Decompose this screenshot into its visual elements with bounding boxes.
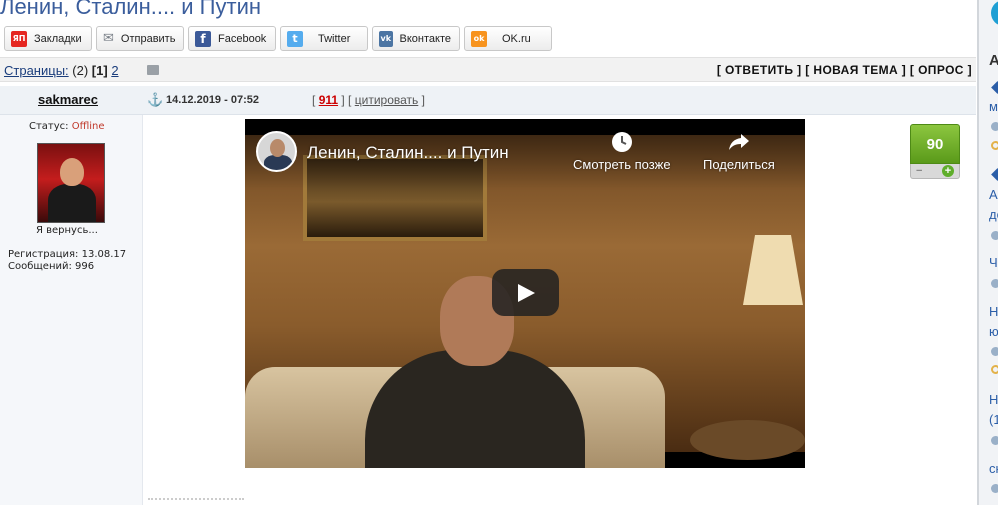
- user-icon: [991, 122, 998, 131]
- twitter-button[interactable]: t Twitter: [280, 26, 368, 51]
- sidebar-link[interactable]: му: [989, 99, 998, 114]
- pagination: Страницы: (2) [1] 2: [4, 63, 119, 78]
- post-meta: [ 911 ] [ цитировать ]: [312, 93, 425, 107]
- ok-icon: ok: [471, 30, 487, 47]
- pagination-bar: Страницы: (2) [1] 2 [ ОТВЕТИТЬ ] [ НОВАЯ…: [0, 57, 976, 82]
- clock-icon: [991, 141, 998, 150]
- lamp: [743, 235, 803, 305]
- watch-later-label: Смотреть позже: [573, 157, 671, 172]
- clock-icon: [611, 132, 632, 152]
- table: [690, 420, 805, 460]
- pin-icon: [991, 168, 998, 181]
- current-page: [1]: [91, 63, 108, 78]
- sidebar-link[interactable]: до: [989, 207, 998, 222]
- post-number-link[interactable]: 911: [319, 93, 338, 107]
- bookmark-button[interactable]: ЯП Закладки: [4, 26, 92, 51]
- avatar-face: [60, 158, 84, 186]
- channel-avatar[interactable]: [256, 131, 297, 172]
- avatar-caption: Я вернусь...: [36, 225, 98, 236]
- mail-icon: ✉: [103, 31, 114, 46]
- sidebar-link[interactable]: ю: [989, 324, 998, 339]
- topic-actions[interactable]: [ ОТВЕТИТЬ ] [ НОВАЯ ТЕМА ] [ ОПРОС ]: [717, 63, 972, 77]
- share-video-label: Поделиться: [703, 157, 775, 172]
- user-stats: Регистрация: 13.08.17 Сообщений: 996: [8, 249, 126, 273]
- right-sidebar: А му А до Ч Н ю Н (1 сн: [977, 0, 998, 505]
- clock-icon: [991, 365, 998, 374]
- ok-label: OK.ru: [502, 32, 531, 45]
- vkontakte-label: Вконтакте: [399, 32, 451, 45]
- rating-widget: 90 − +: [910, 124, 960, 180]
- vote-up-button[interactable]: +: [942, 165, 954, 177]
- share-video-button[interactable]: Поделиться: [703, 131, 775, 172]
- sidebar-link[interactable]: Н: [989, 392, 998, 407]
- twitter-icon: t: [287, 30, 303, 47]
- status-value: Offline: [71, 121, 105, 132]
- rating-controls: − +: [910, 164, 960, 179]
- sidebar-link[interactable]: сн: [989, 461, 998, 476]
- sidebar-link[interactable]: Ч: [989, 255, 998, 270]
- facebook-label: Facebook: [218, 32, 267, 45]
- page-2-link[interactable]: 2: [111, 63, 118, 78]
- play-button[interactable]: [492, 269, 559, 316]
- registration-date: Регистрация: 13.08.17: [8, 249, 127, 260]
- bracket: [: [312, 93, 316, 107]
- bracket: ] [: [341, 93, 352, 107]
- quote-link[interactable]: цитировать: [355, 93, 419, 107]
- vk-icon: vk: [379, 30, 393, 47]
- rating-value: 90: [910, 124, 960, 164]
- separator: [148, 498, 244, 505]
- video-player[interactable]: Ленин, Сталин.... и Путин Смотреть позже…: [245, 119, 805, 468]
- send-button[interactable]: ✉ Отправить: [96, 26, 184, 51]
- post-header: sakmarec ⚓ 14.12.2019 - 07:52 [ 911 ] [ …: [0, 86, 976, 115]
- pages-count: (2): [72, 63, 89, 78]
- avatar[interactable]: [37, 143, 105, 223]
- facebook-button[interactable]: f Facebook: [188, 26, 276, 51]
- sidebar-link[interactable]: Н: [989, 304, 998, 319]
- channel-avatar-head: [270, 139, 285, 157]
- pages-link[interactable]: Страницы:: [4, 63, 69, 78]
- ok-button[interactable]: ok OK.ru: [464, 26, 552, 51]
- vote-down-button[interactable]: −: [916, 165, 922, 177]
- avatar-figure: [48, 184, 96, 222]
- sidebar-logo-icon[interactable]: [991, 0, 998, 26]
- pin-icon: [991, 81, 998, 94]
- post-date: 14.12.2019 - 07:52: [166, 94, 259, 106]
- author-panel: Статус: Offline Я вернусь... Регистрация…: [0, 115, 143, 505]
- author-name[interactable]: sakmarec: [38, 92, 98, 107]
- sidebar-link[interactable]: (1: [989, 412, 998, 427]
- user-icon: [991, 231, 998, 240]
- bracket: ]: [421, 93, 425, 107]
- bookmark-label: Закладки: [34, 32, 82, 45]
- send-label: Отправить: [120, 32, 176, 45]
- user-icon: [991, 436, 998, 445]
- twitter-label: Twitter: [318, 32, 351, 45]
- status-label: Статус:: [29, 121, 69, 132]
- print-icon[interactable]: [147, 65, 159, 75]
- user-icon: [991, 347, 998, 356]
- video-title[interactable]: Ленин, Сталин.... и Путин: [307, 143, 509, 163]
- user-icon: [991, 279, 998, 288]
- facebook-icon: f: [195, 30, 211, 47]
- page-title: Ленин, Сталин.... и Путин: [0, 0, 262, 19]
- anchor-icon[interactable]: ⚓: [147, 92, 163, 108]
- vkontakte-button[interactable]: vk Вконтакте: [372, 26, 460, 51]
- share-bar: ЯП Закладки ✉ Отправить f Facebook t Twi…: [4, 26, 552, 51]
- user-icon: [991, 484, 998, 493]
- message-count: Сообщений: 996: [8, 261, 95, 272]
- user-status: Статус: Offline: [29, 121, 105, 132]
- watch-later-button[interactable]: Смотреть позже: [573, 131, 671, 172]
- channel-avatar-body: [264, 155, 292, 170]
- sidebar-link[interactable]: А: [989, 187, 998, 202]
- yandex-icon: ЯП: [11, 30, 27, 47]
- sidebar-heading: А: [989, 52, 998, 69]
- share-arrow-icon: [728, 134, 749, 150]
